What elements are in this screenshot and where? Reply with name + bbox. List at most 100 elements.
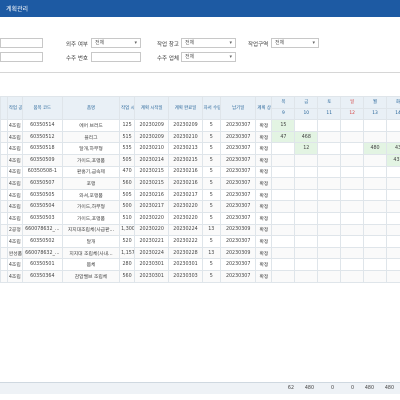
header-quantity[interactable]: 자서 수량 bbox=[201, 96, 221, 121]
day-cell[interactable] bbox=[340, 142, 365, 155]
process-cell[interactable]: 4조립 bbox=[6, 235, 23, 248]
process-cell[interactable]: 4조립 bbox=[6, 142, 23, 155]
process-cell[interactable]: 4조립 bbox=[6, 200, 23, 213]
status-cell[interactable]: 확정 bbox=[255, 142, 273, 155]
day-cell[interactable] bbox=[363, 153, 387, 167]
day-cell[interactable] bbox=[271, 177, 296, 190]
header-work-time[interactable]: 작업 시간 (분) bbox=[119, 96, 136, 121]
day-cell[interactable] bbox=[294, 119, 319, 132]
process-cell[interactable]: 4조립 bbox=[6, 165, 23, 179]
quantity-cell[interactable]: 5 bbox=[201, 200, 221, 213]
day-cell[interactable] bbox=[317, 153, 342, 167]
process-cell[interactable]: 4조립 bbox=[6, 153, 23, 167]
plan-end-cell[interactable]: 20230303 bbox=[168, 269, 203, 283]
day-cell[interactable] bbox=[385, 211, 400, 225]
quantity-cell[interactable]: 5 bbox=[201, 211, 221, 225]
item-code-cell[interactable]: 60350504 bbox=[21, 200, 63, 213]
status-cell[interactable]: 확정 bbox=[255, 258, 273, 271]
day-cell[interactable] bbox=[385, 235, 400, 248]
row-marker[interactable] bbox=[0, 119, 8, 132]
plan-start-cell[interactable]: 20230209 bbox=[134, 130, 170, 144]
day-cell[interactable]: 43 bbox=[385, 142, 400, 155]
day-cell[interactable] bbox=[317, 235, 342, 248]
status-cell[interactable]: 확정 bbox=[255, 211, 273, 225]
due-date-cell[interactable]: 20230307 bbox=[219, 130, 257, 144]
day-cell[interactable] bbox=[363, 165, 387, 179]
plan-start-cell[interactable]: 20230224 bbox=[134, 246, 170, 260]
item-code-cell[interactable]: 60350501 bbox=[21, 258, 63, 271]
day-cell[interactable]: 437 bbox=[385, 153, 400, 167]
order-company-select[interactable]: 전체 ▾ bbox=[181, 52, 236, 62]
plan-end-cell[interactable]: 20230220 bbox=[168, 211, 203, 225]
day-cell[interactable]: 480 bbox=[363, 142, 387, 155]
item-name-cell[interactable]: 판홈기,금속제 bbox=[61, 165, 121, 179]
process-cell[interactable]: 2공정 bbox=[6, 223, 23, 237]
row-marker[interactable] bbox=[0, 258, 8, 271]
plan-start-cell[interactable]: 20230301 bbox=[134, 269, 170, 283]
day-cell[interactable] bbox=[340, 153, 365, 167]
quantity-cell[interactable]: 5 bbox=[201, 153, 221, 167]
day-cell[interactable] bbox=[340, 269, 365, 283]
table-row[interactable]: 4조립 60350509 가이드,포맹품 505 20230214 20230215 5 20… bbox=[0, 153, 400, 167]
quantity-cell[interactable]: 5 bbox=[201, 165, 221, 179]
item-name-cell[interactable]: 플리그 bbox=[61, 130, 121, 144]
row-marker[interactable] bbox=[0, 211, 8, 225]
day-cell[interactable] bbox=[385, 223, 400, 237]
table-row[interactable]: 4조립 60350507 포맹 560 20230215 20230216 5 2023030… bbox=[0, 177, 400, 190]
plan-start-cell[interactable]: 20230209 bbox=[134, 119, 170, 132]
day-cell[interactable] bbox=[271, 165, 296, 179]
day-cell[interactable] bbox=[363, 223, 387, 237]
day-cell[interactable] bbox=[294, 165, 319, 179]
plan-start-cell[interactable]: 20230301 bbox=[134, 258, 170, 271]
item-name-cell[interactable]: 와셔,포맹품 bbox=[61, 188, 121, 202]
item-code-cell[interactable]: 60350502 bbox=[21, 235, 63, 248]
header-plan-status[interactable]: 계획 상태 bbox=[255, 96, 273, 121]
plan-end-cell[interactable]: 20230301 bbox=[168, 258, 203, 271]
day-cell[interactable] bbox=[363, 246, 387, 260]
work-time-cell[interactable]: 505 bbox=[119, 188, 136, 202]
process-cell[interactable]: 4조립 bbox=[6, 258, 23, 271]
status-cell[interactable]: 확정 bbox=[255, 269, 273, 283]
day-cell[interactable] bbox=[294, 223, 319, 237]
day-cell[interactable] bbox=[271, 258, 296, 271]
filter-left-bottom-input[interactable] bbox=[0, 52, 43, 62]
item-code-cell[interactable]: 60350509 bbox=[21, 153, 63, 167]
process-cell[interactable]: 4조립 bbox=[6, 188, 23, 202]
day-cell[interactable] bbox=[385, 119, 400, 132]
work-time-cell[interactable]: 1,300 bbox=[119, 223, 136, 237]
table-row[interactable]: 4조립 60350512 플리그 515 20230209 20230210 5 202303… bbox=[0, 130, 400, 144]
work-time-cell[interactable]: 510 bbox=[119, 211, 136, 225]
plan-start-cell[interactable]: 20230220 bbox=[134, 223, 170, 237]
due-date-cell[interactable]: 20230309 bbox=[219, 223, 257, 237]
day-cell[interactable] bbox=[363, 211, 387, 225]
row-marker[interactable] bbox=[0, 177, 8, 190]
status-cell[interactable]: 확정 bbox=[255, 200, 273, 213]
day-cell[interactable] bbox=[294, 188, 319, 202]
day-cell[interactable] bbox=[294, 211, 319, 225]
item-name-cell[interactable]: 지지대 조립체(사내... bbox=[61, 246, 121, 260]
day-cell[interactable] bbox=[271, 142, 296, 155]
row-marker[interactable] bbox=[0, 165, 8, 179]
item-code-cell[interactable]: 60350507 bbox=[21, 177, 63, 190]
day-cell[interactable] bbox=[385, 269, 400, 283]
item-name-cell[interactable]: 가이드,하부형 bbox=[61, 200, 121, 213]
row-marker[interactable] bbox=[0, 142, 8, 155]
day-cell[interactable] bbox=[340, 177, 365, 190]
day-cell[interactable] bbox=[271, 188, 296, 202]
process-cell[interactable]: 4조립 bbox=[6, 269, 23, 283]
plan-end-cell[interactable]: 20230224 bbox=[168, 223, 203, 237]
item-name-cell[interactable]: 달개 bbox=[61, 235, 121, 248]
row-marker[interactable] bbox=[0, 200, 8, 213]
row-marker[interactable] bbox=[0, 130, 8, 144]
quantity-cell[interactable]: 5 bbox=[201, 177, 221, 190]
day-cell[interactable] bbox=[317, 258, 342, 271]
plan-end-cell[interactable]: 20230215 bbox=[168, 153, 203, 167]
day-cell[interactable] bbox=[271, 235, 296, 248]
day-cell[interactable] bbox=[317, 269, 342, 283]
plan-start-cell[interactable]: 20230215 bbox=[134, 177, 170, 190]
day-cell[interactable] bbox=[271, 153, 296, 167]
work-time-cell[interactable]: 505 bbox=[119, 153, 136, 167]
due-date-cell[interactable]: 20230307 bbox=[219, 188, 257, 202]
day-cell[interactable] bbox=[340, 200, 365, 213]
item-name-cell[interactable]: 에어 브러드 bbox=[61, 119, 121, 132]
